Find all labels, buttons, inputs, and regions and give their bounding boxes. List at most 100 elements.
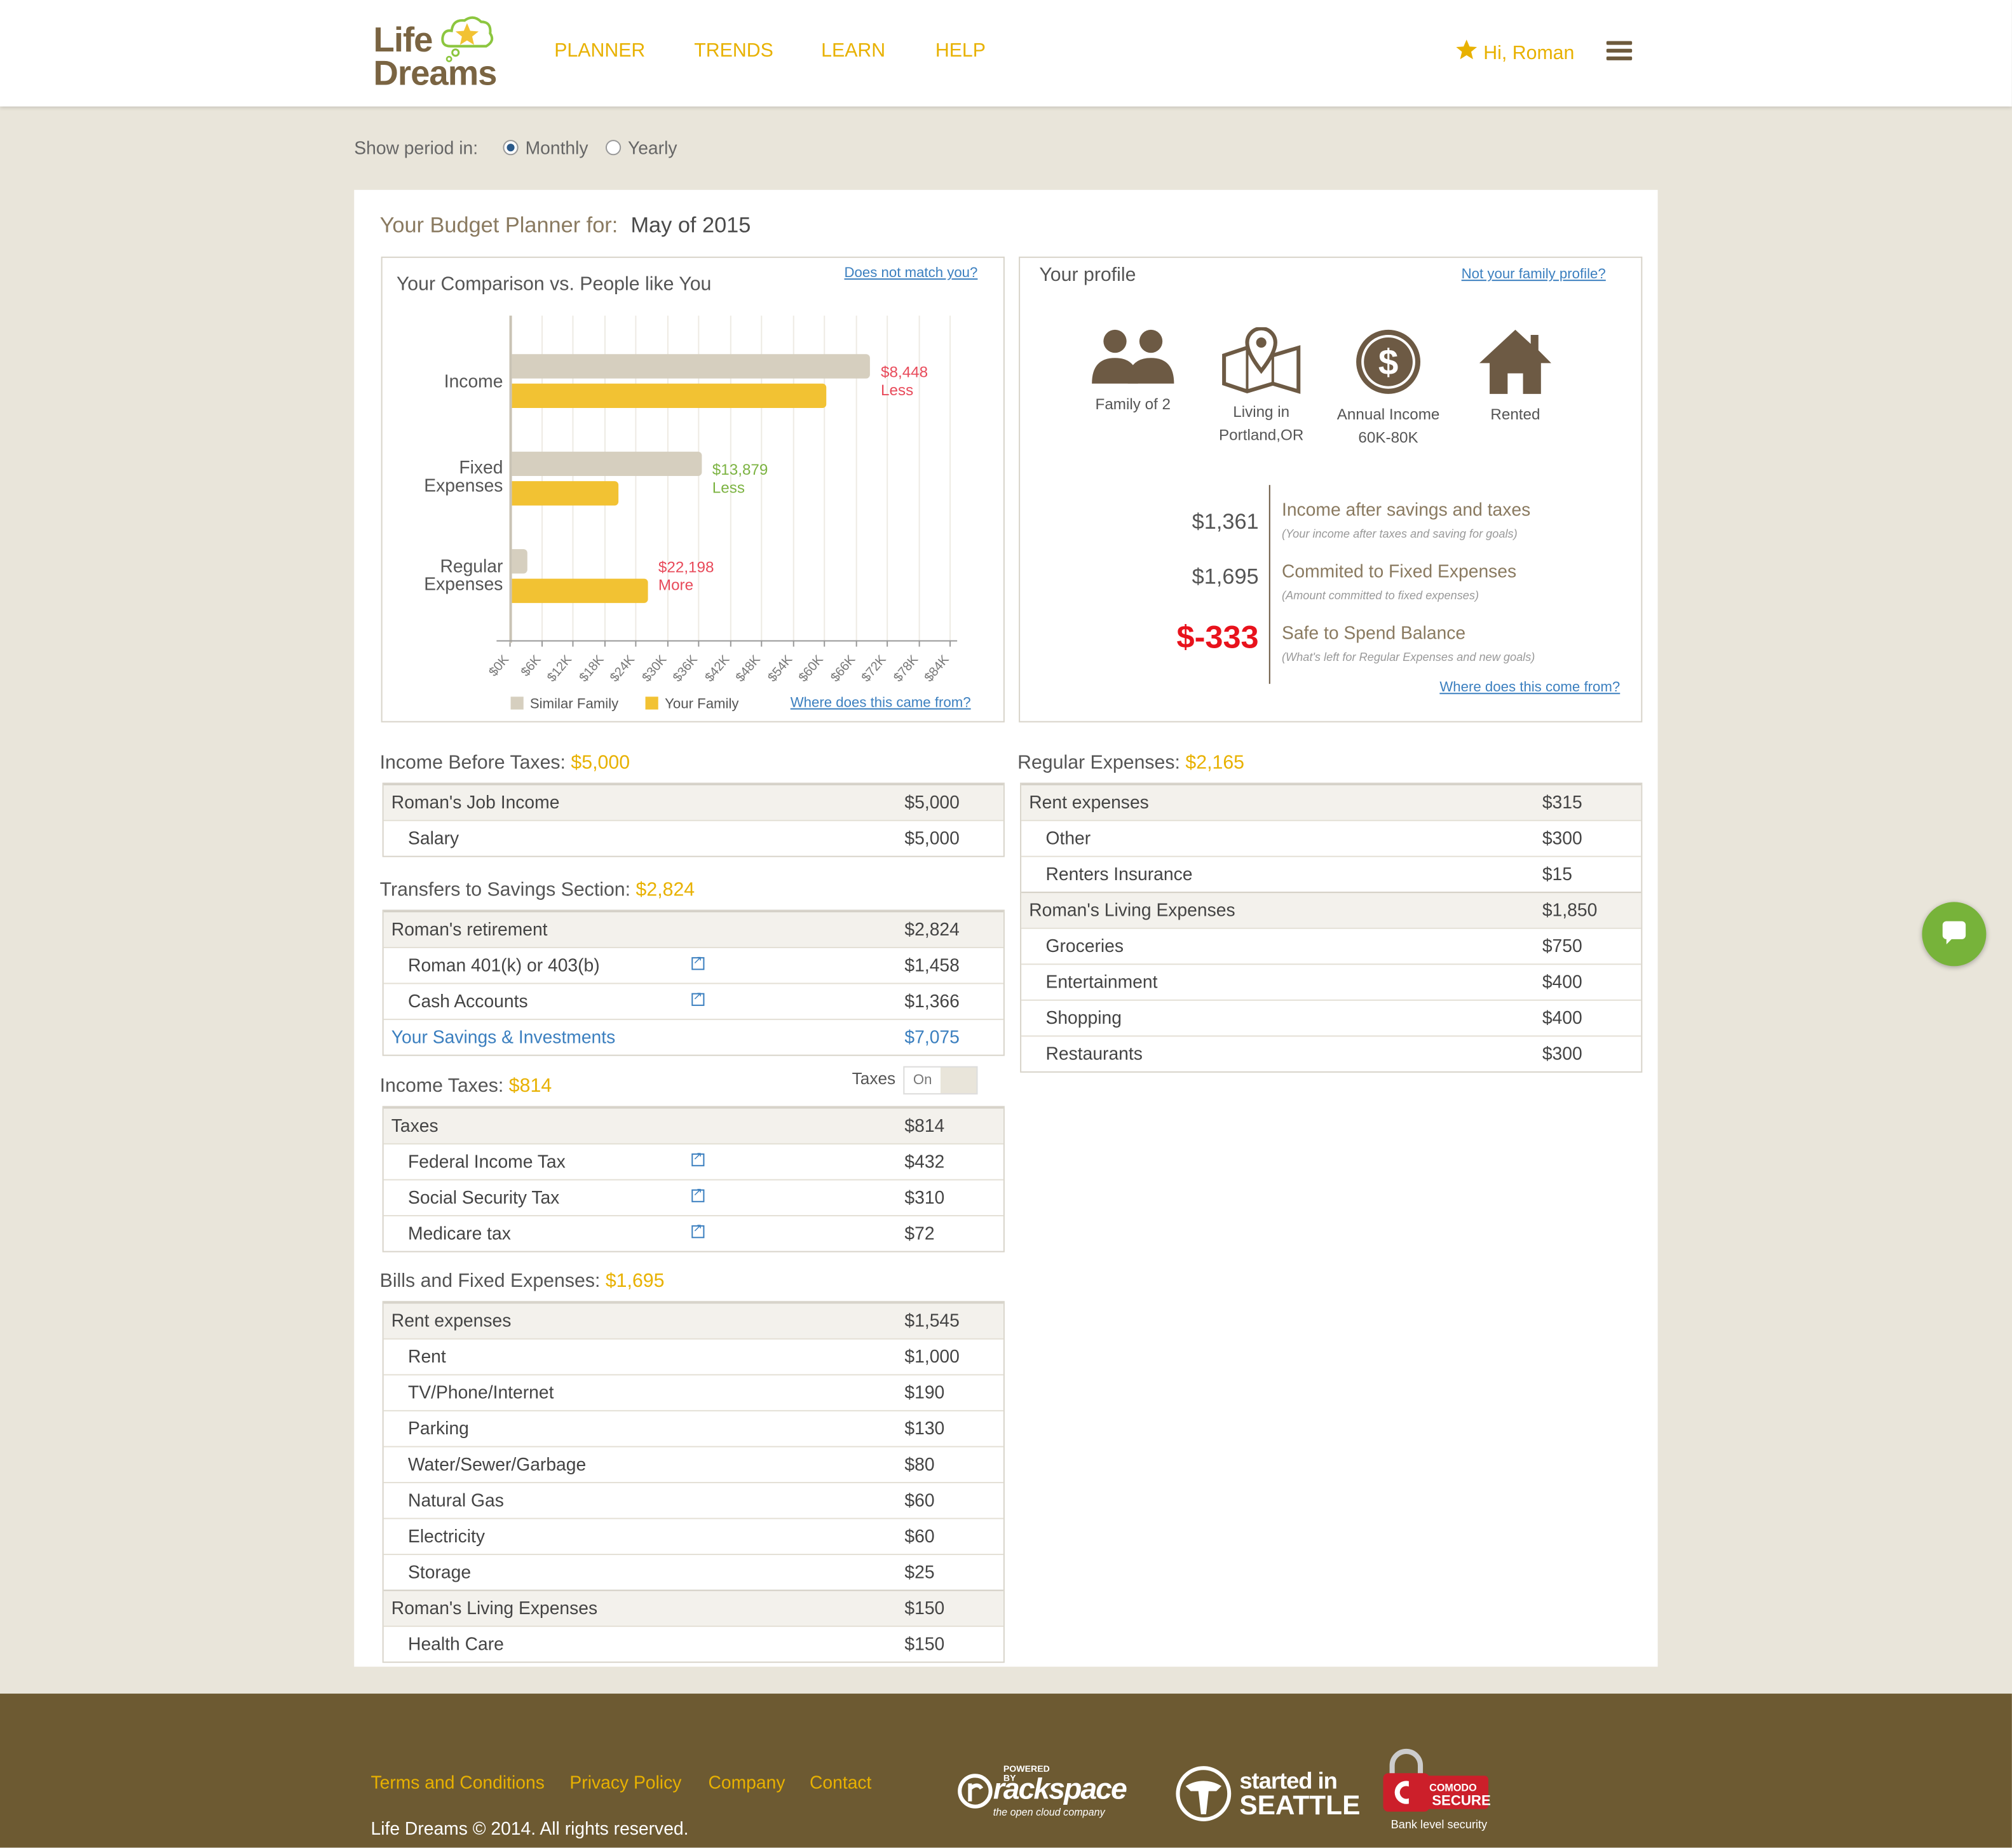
yearly-radio[interactable] (606, 140, 622, 156)
house-icon (1479, 329, 1551, 394)
row-label: Parking (408, 1417, 469, 1439)
hamburger-menu-icon[interactable] (1606, 41, 1633, 62)
difference-word: More (658, 576, 694, 594)
difference-word: Less (712, 479, 745, 497)
nav-trends[interactable]: TRENDS (694, 40, 773, 62)
row-label: Rent expenses (1029, 791, 1149, 813)
comparison-panel: Your Comparison vs. People like You Does… (381, 256, 1005, 723)
external-link-icon[interactable] (691, 1150, 705, 1167)
monthly-label: Monthly (525, 137, 588, 158)
tick-label: $84K (922, 653, 953, 686)
row-label: Rent (408, 1345, 446, 1367)
row-value: $150 (904, 1633, 945, 1654)
row-value: $25 (904, 1561, 935, 1582)
does-not-match-link[interactable]: Does not match you? (845, 266, 978, 281)
summary-income-value: $1,361 (1192, 509, 1259, 534)
table-row: Rent $1,000 (383, 1338, 1003, 1375)
row-label: Roman's Living Expenses (1029, 899, 1235, 920)
where-came-from-link[interactable]: Where does this came from? (791, 695, 971, 710)
copyright: Life Dreams © 2014. All rights reserved. (370, 1817, 689, 1839)
location-label-1: Living in (1233, 402, 1290, 421)
row-value: $750 (1542, 935, 1582, 956)
contact-link[interactable]: Contact (810, 1772, 871, 1792)
external-link-icon[interactable] (691, 1221, 705, 1239)
nav-learn[interactable]: LEARN (821, 40, 885, 62)
rackspace-icon (958, 1774, 993, 1809)
planner-title: Your Budget Planner for: (379, 213, 618, 238)
row-label: Renters Insurance (1045, 863, 1193, 885)
difference-word: Less (881, 381, 914, 399)
row-label: Rent expenses (391, 1310, 512, 1331)
table-row: Natural Gas $60 (383, 1481, 1003, 1518)
tick-label: $18K (576, 653, 607, 686)
table-row: Rent expenses $315 (1021, 784, 1642, 820)
external-link-icon[interactable] (691, 953, 705, 970)
tick-label: $30K (639, 653, 670, 686)
row-value: $130 (904, 1417, 945, 1439)
summary-fixed-value: $1,695 (1192, 564, 1259, 589)
chat-feedback-button[interactable] (1922, 902, 1987, 967)
tick-label: $48K (733, 653, 764, 686)
bar-your-family (512, 578, 648, 603)
difference-label: $22,198 More (658, 558, 714, 594)
row-label: Roman's retirement (391, 918, 548, 939)
top-header: Life Dreams PLANNER TRENDS LEARN HELP Hi… (0, 0, 2012, 107)
external-link-icon[interactable] (691, 989, 705, 1006)
nav-planner[interactable]: PLANNER (554, 40, 645, 62)
cloud-star-icon (441, 16, 494, 62)
table-row[interactable]: Your Savings & Investments $7,075 (383, 1019, 1003, 1055)
regular-section-title: Regular Expenses: $2,165 (1017, 752, 1245, 774)
company-link[interactable]: Company (708, 1772, 785, 1792)
location-label-2: Portland,OR (1219, 426, 1304, 444)
table-row: Social Security Tax $310 (383, 1179, 1003, 1215)
row-value: $7,075 (904, 1026, 960, 1047)
row-value: $814 (904, 1115, 945, 1136)
row-label: Salary (408, 827, 459, 848)
where-come-from-link[interactable]: Where does this come from? (1439, 680, 1620, 695)
monthly-radio[interactable] (503, 140, 519, 156)
row-label: Electricity (408, 1525, 485, 1546)
profile-housing: Rented (1451, 327, 1579, 426)
comparison-title: Your Comparison vs. People like You (396, 273, 712, 296)
row-value: $400 (1542, 971, 1582, 992)
bar-similar-family (512, 451, 702, 477)
row-label: Shopping (1045, 1007, 1122, 1028)
life-dreams-logo[interactable]: Life Dreams (374, 13, 502, 92)
terms-link[interactable]: Terms and Conditions (370, 1772, 544, 1792)
tick-label: $6K (518, 653, 544, 680)
row-value: $1,366 (904, 990, 960, 1011)
row-label: Federal Income Tax (408, 1151, 566, 1172)
difference-amount: $13,879 (712, 460, 768, 479)
taxes-toggle[interactable]: On (903, 1066, 978, 1095)
monthly-option[interactable]: Monthly (503, 137, 588, 158)
not-your-profile-link[interactable]: Not your family profile? (1462, 267, 1606, 282)
table-row: Shopping $400 (1021, 999, 1642, 1036)
row-value: $5,000 (904, 827, 960, 848)
row-value: $310 (904, 1186, 945, 1207)
privacy-link[interactable]: Privacy Policy (569, 1772, 681, 1792)
yearly-label: Yearly (627, 137, 677, 158)
table-row: Taxes $814 (383, 1107, 1003, 1143)
table-row: Other $300 (1021, 820, 1642, 856)
row-label: Roman's Job Income (391, 791, 560, 813)
row-label: Storage (408, 1561, 472, 1582)
nav-help[interactable]: HELP (935, 40, 986, 62)
row-label: Groceries (1045, 935, 1124, 956)
row-label: Water/Sewer/Garbage (408, 1453, 587, 1474)
yearly-option[interactable]: Yearly (606, 137, 677, 158)
user-greeting[interactable]: Hi, Roman (1455, 39, 1574, 64)
table-row: Medicare tax $72 (383, 1214, 1003, 1251)
taxes-table: Taxes $814 Federal Income Tax $432 Social Se… (382, 1106, 1005, 1253)
toggle-state: On (904, 1067, 941, 1094)
savings-table: Roman's retirement $2,824 Roman 401(k) or … (382, 909, 1005, 1056)
external-link-icon[interactable] (691, 1186, 705, 1202)
table-row: Federal Income Tax $432 (383, 1143, 1003, 1179)
row-value: $72 (904, 1223, 935, 1244)
row-label: Health Care (408, 1633, 504, 1654)
category-label: Regular Expenses (424, 555, 503, 594)
summary-income-label: Income after savings and taxes (1281, 499, 1531, 520)
income-label-1: Annual Income (1336, 405, 1440, 424)
category-label: Income (444, 370, 503, 391)
table-row: Restaurants $300 (1021, 1035, 1642, 1071)
taxes-toggle-label: Taxes (852, 1068, 896, 1089)
